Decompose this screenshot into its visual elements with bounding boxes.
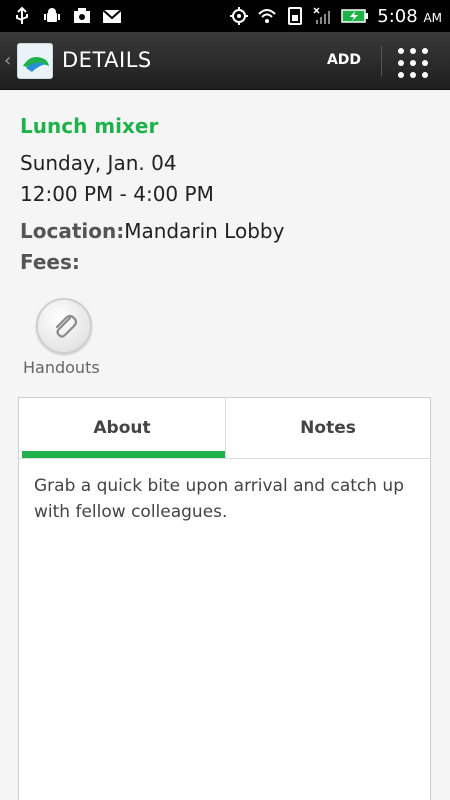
clock-ampm: AM xyxy=(423,10,442,25)
battery-charging-icon xyxy=(341,9,369,23)
gmail-icon xyxy=(102,9,122,23)
tab-notes[interactable]: Notes xyxy=(225,398,430,459)
clock: 5:08 AM xyxy=(377,6,442,27)
grid-dot xyxy=(422,72,428,78)
app-grid-icon[interactable] xyxy=(396,46,430,80)
location-value: Mandarin Lobby xyxy=(124,219,285,243)
page-title: DETAILS xyxy=(62,48,152,72)
event-title: Lunch mixer xyxy=(20,114,159,138)
grid-dot xyxy=(422,48,428,54)
event-date: Sunday, Jan. 04 xyxy=(20,151,177,175)
grid-dot xyxy=(398,72,404,78)
status-bar: 5:08 AM xyxy=(0,0,450,32)
handouts-label: Handouts xyxy=(23,358,100,377)
sim-icon xyxy=(288,7,303,25)
action-bar-divider xyxy=(381,46,382,76)
paperclip-icon xyxy=(55,314,78,338)
grid-dot xyxy=(410,72,416,78)
event-location: Location:Mandarin Lobby xyxy=(20,219,284,243)
wifi-icon xyxy=(258,9,276,23)
action-bar: ‹ DETAILS ADD xyxy=(0,32,450,90)
details-content: Lunch mixer Sunday, Jan. 04 12:00 PM - 4… xyxy=(0,91,450,800)
photo-icon xyxy=(74,8,90,23)
clock-time: 5:08 xyxy=(377,5,418,27)
android-debug-icon xyxy=(44,8,60,22)
grid-dot xyxy=(410,48,416,54)
grid-dot xyxy=(398,60,404,66)
about-text: Grab a quick bite upon arrival and catch… xyxy=(34,476,404,522)
status-right-icons: 5:08 AM xyxy=(229,4,442,28)
app-logo[interactable] xyxy=(17,43,53,79)
location-label: Location: xyxy=(20,219,125,243)
back-chevron-icon[interactable]: ‹ xyxy=(4,50,11,71)
no-signal-icon xyxy=(313,7,331,24)
app-logo-icon xyxy=(18,44,52,78)
grid-dot xyxy=(410,60,416,66)
usb-icon xyxy=(16,6,28,24)
add-button[interactable]: ADD xyxy=(318,52,370,74)
status-left-icons xyxy=(12,4,122,28)
grid-dot xyxy=(398,48,404,54)
active-tab-indicator xyxy=(22,451,225,458)
gps-icon xyxy=(230,7,249,25)
tab-bar: About Notes xyxy=(19,398,430,459)
grid-dot xyxy=(422,60,428,66)
event-time: 12:00 PM - 4:00 PM xyxy=(20,182,214,206)
info-panel: About Notes Grab a quick bite upon arriv… xyxy=(18,397,431,800)
handouts-button[interactable] xyxy=(36,298,92,354)
tab-about[interactable]: About xyxy=(19,398,225,459)
fees-label: Fees: xyxy=(20,250,80,274)
